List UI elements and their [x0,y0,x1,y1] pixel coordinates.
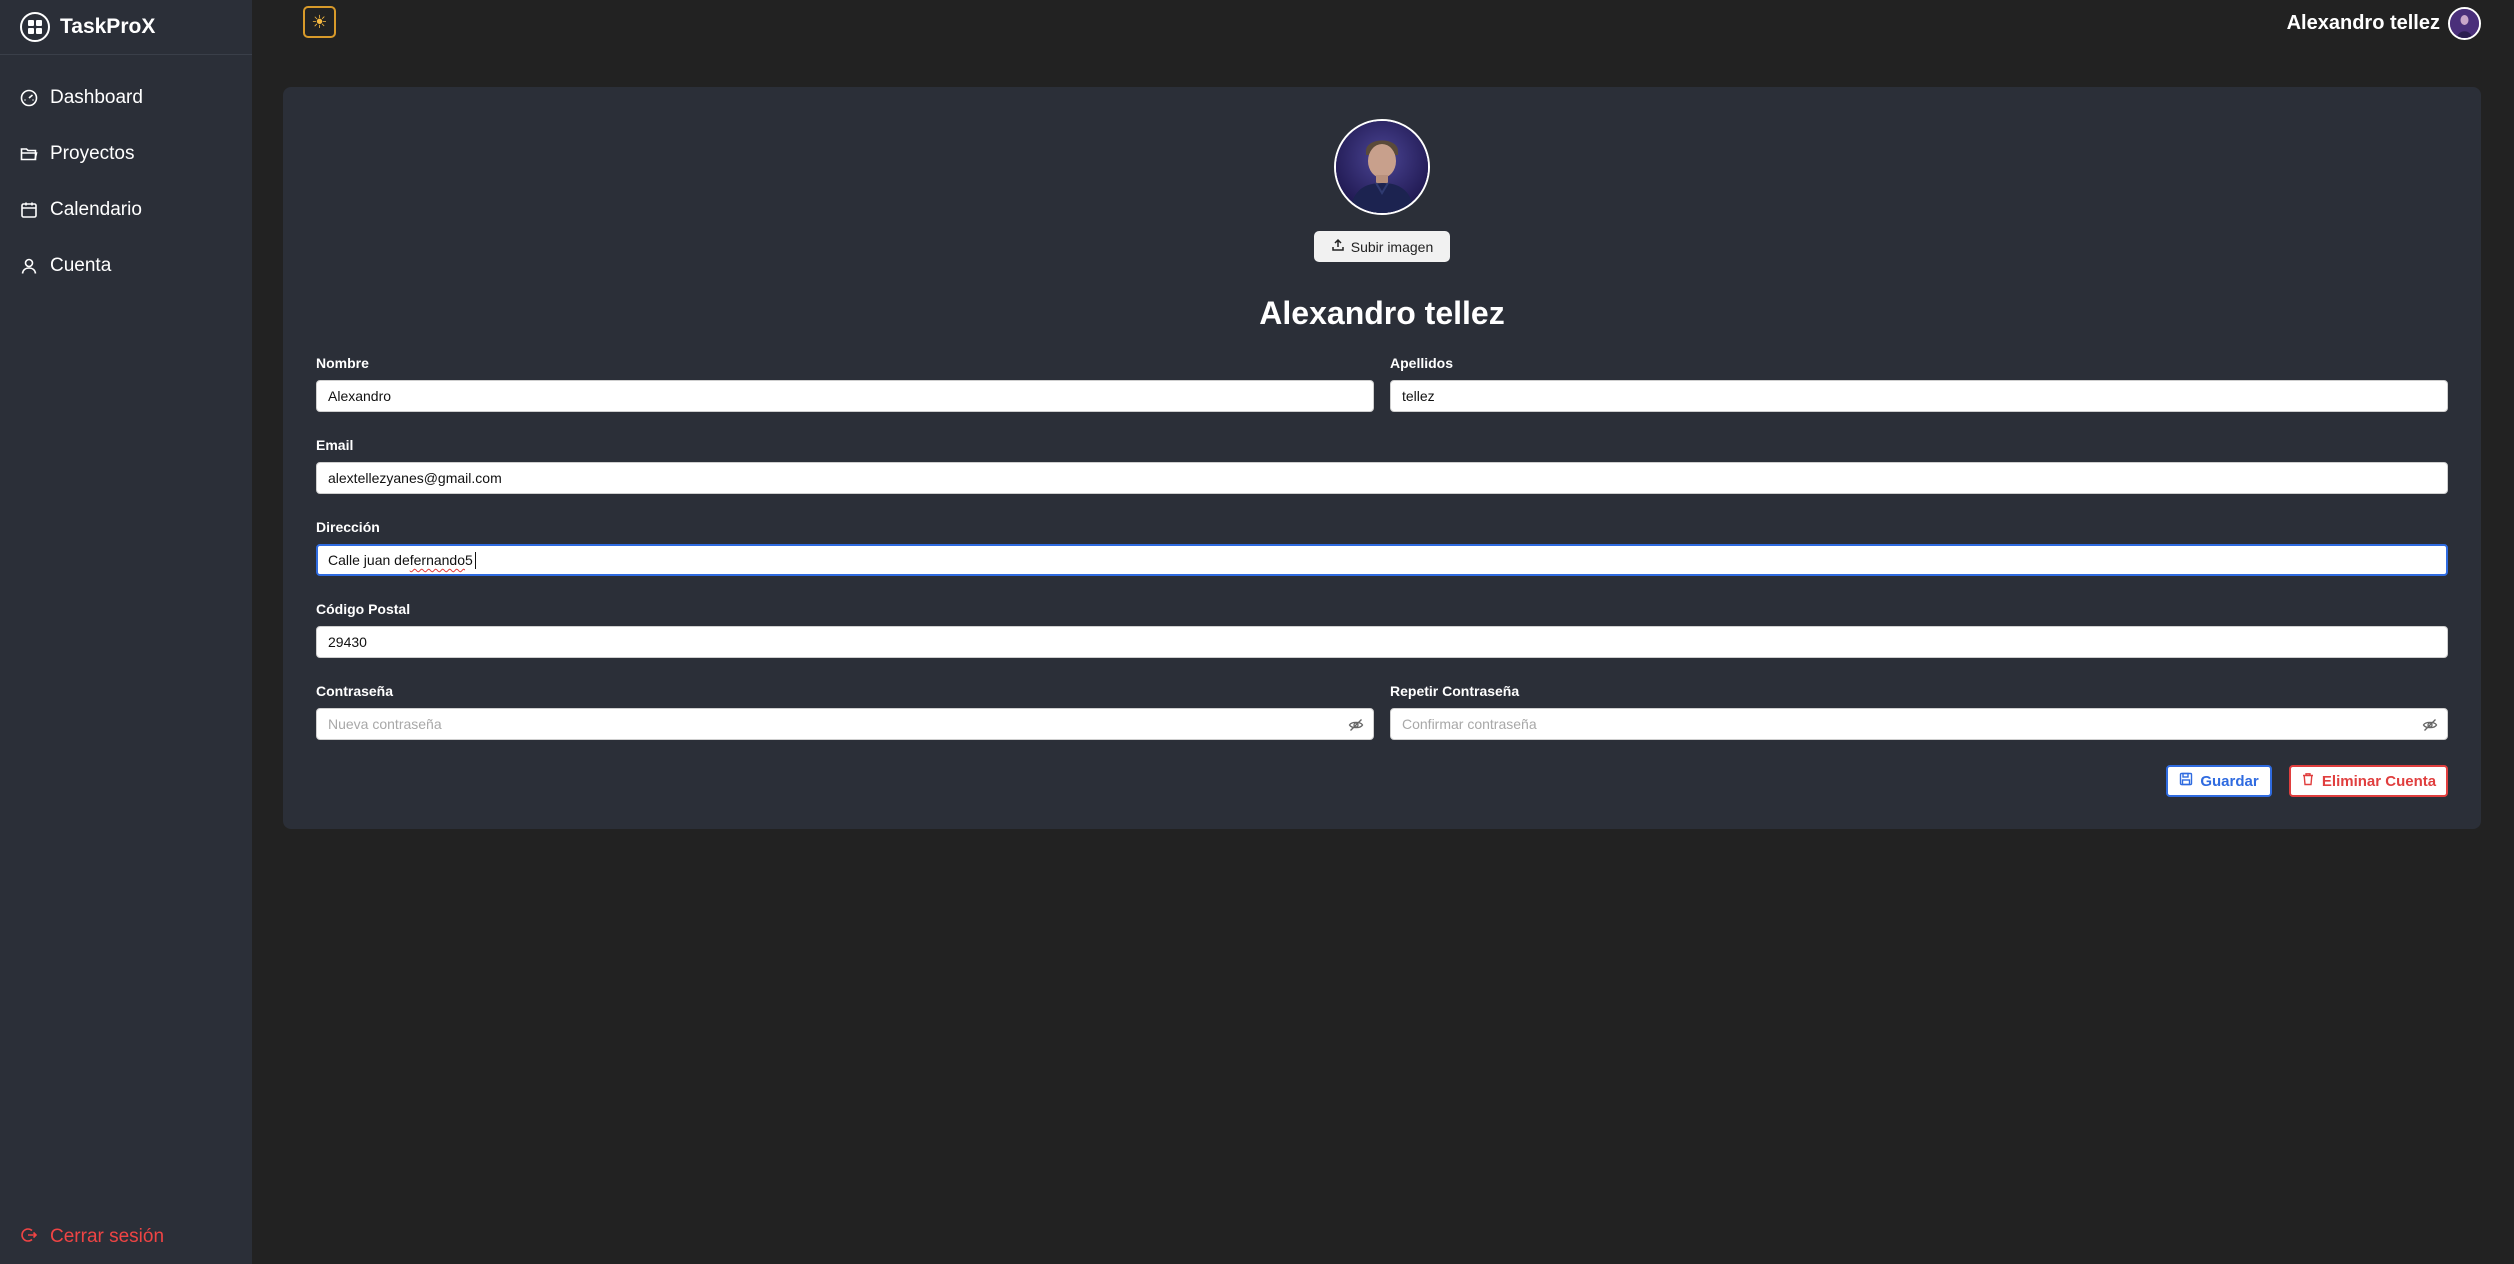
logout-label: Cerrar sesión [50,1226,165,1247]
repetir-contrasena-placeholder: Confirmar contraseña [1402,716,1537,732]
codigo-postal-value: 29430 [328,634,367,650]
top-user-name: Alexandro tellez [2286,11,2440,34]
sidebar-item-dashboard[interactable]: Dashboard [0,70,252,126]
calendar-icon [20,201,38,219]
logout-icon [20,1226,38,1249]
trash-icon [2301,772,2315,790]
nombre-value: Alexandro [328,388,392,404]
sidebar-item-calendario[interactable]: Calendario [0,182,252,238]
profile-card: Subir imagen Alexandro tellez Nombre Ale… [283,87,2481,829]
apellidos-value: tellez [1402,388,1435,404]
top-user-menu[interactable]: Alexandro tellez [2287,6,2481,40]
contrasena-placeholder: Nueva contraseña [328,716,442,732]
direccion-value-end: 5 [465,552,473,568]
logout-button[interactable]: Cerrar sesión [20,1222,164,1252]
delete-account-button[interactable]: Eliminar Cuenta [2289,765,2448,797]
brand-name: TaskProX [60,15,156,38]
save-label: Guardar [2200,772,2259,790]
text-caret [474,551,476,569]
brand[interactable]: TaskProX [0,0,252,55]
sidebar-item-label: Proyectos [50,143,135,164]
theme-toggle-button[interactable]: ☀ [303,6,336,38]
apellidos-input[interactable]: tellez [1390,380,2448,412]
contrasena-input[interactable]: Nueva contraseña [316,708,1374,740]
sidebar-item-label: Dashboard [50,87,143,108]
contrasena-label: Contraseña [316,683,394,699]
sidebar: TaskProX Dashboard Proyectos Calendario … [0,0,252,1264]
nombre-label: Nombre [316,355,369,371]
sun-icon: ☀ [311,11,328,32]
folder-icon [20,145,38,163]
codigo-postal-input[interactable]: 29430 [316,626,2448,658]
nombre-input[interactable]: Alexandro [316,380,1374,412]
upload-icon [1331,238,1345,255]
save-button[interactable]: Guardar [2166,765,2272,797]
user-icon [20,257,38,275]
eye-off-icon[interactable] [2421,716,2439,734]
email-value: alextellezyanes@gmail.com [328,470,502,486]
grid-logo-icon [20,12,50,42]
email-input[interactable]: alextellezyanes@gmail.com [316,462,2448,494]
sidebar-item-label: Calendario [50,199,142,220]
codigo-postal-label: Código Postal [316,601,411,617]
save-icon [2179,772,2193,790]
avatar[interactable] [2448,6,2481,40]
email-label: Email [316,437,354,453]
direccion-input[interactable]: Calle juan de fernando 5 [316,544,2448,576]
upload-image-label: Subir imagen [1350,238,1434,255]
profile-name-heading: Alexandro tellez [1259,295,1505,331]
sidebar-item-cuenta[interactable]: Cuenta [0,238,252,294]
eye-off-icon[interactable] [1347,716,1365,734]
direccion-value-misspelled: fernando [409,552,466,568]
delete-account-label: Eliminar Cuenta [2321,772,2437,790]
profile-avatar [1334,119,1430,215]
gauge-icon [20,89,38,107]
sidebar-nav: Dashboard Proyectos Calendario Cuenta [0,70,252,294]
sidebar-item-proyectos[interactable]: Proyectos [0,126,252,182]
direccion-value-start: Calle juan de [328,552,410,568]
app-root: TaskProX Dashboard Proyectos Calendario … [0,0,2514,1264]
sidebar-item-label: Cuenta [50,255,112,276]
repetir-contrasena-label: Repetir Contraseña [1390,683,1520,699]
apellidos-label: Apellidos [1390,355,1454,371]
repetir-contrasena-input[interactable]: Confirmar contraseña [1390,708,2448,740]
upload-image-button[interactable]: Subir imagen [1314,231,1450,262]
direccion-label: Dirección [316,519,380,535]
